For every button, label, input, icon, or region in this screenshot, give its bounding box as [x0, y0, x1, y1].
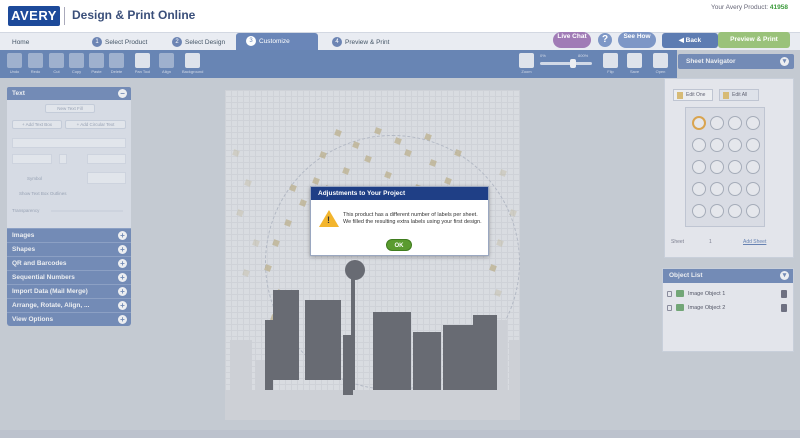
product-number: 41958: [769, 4, 788, 11]
step-home[interactable]: Home: [12, 36, 29, 49]
product-info: Your Avery Product: 41958: [711, 4, 788, 11]
warning-exclamation: !: [327, 215, 330, 225]
dialog-title: Adjustments to Your Project: [311, 187, 488, 200]
step-select-design[interactable]: 2 Select Design: [172, 36, 225, 49]
back-label: Back: [685, 37, 702, 44]
dialog-message: This product has a different number of l…: [343, 212, 482, 225]
step-label: Select Product: [105, 39, 148, 46]
app-header: AVERY Design & Print Online Your Avery P…: [0, 0, 800, 32]
step-label: Preview & Print: [345, 39, 390, 46]
help-icon[interactable]: ?: [598, 33, 612, 47]
app-title: Design & Print Online: [72, 8, 196, 22]
step-label: Customize: [259, 38, 290, 45]
logo-divider: [64, 7, 65, 25]
product-label: Your Avery Product:: [711, 4, 769, 11]
step-number: 1: [92, 37, 102, 48]
step-number: 4: [332, 37, 342, 48]
back-button[interactable]: ◀ Back: [662, 33, 718, 48]
step-label: Select Design: [185, 39, 226, 46]
live-chat-button[interactable]: Live Chat: [553, 32, 591, 48]
step-home-label: Home: [12, 39, 30, 46]
step-number: 2: [172, 37, 182, 48]
preview-print-button[interactable]: Preview & Print: [718, 32, 790, 48]
step-customize[interactable]: 3 Customize: [236, 33, 318, 51]
ok-button[interactable]: OK: [386, 239, 412, 251]
step-number: 3: [246, 36, 256, 47]
see-how-button[interactable]: See How: [618, 32, 656, 48]
adjustments-dialog: Adjustments to Your Project ! This produ…: [310, 186, 489, 256]
step-preview-print[interactable]: 4 Preview & Print: [332, 36, 389, 49]
step-select-product[interactable]: 1 Select Product: [92, 36, 147, 49]
avery-logo[interactable]: AVERY: [8, 6, 60, 26]
